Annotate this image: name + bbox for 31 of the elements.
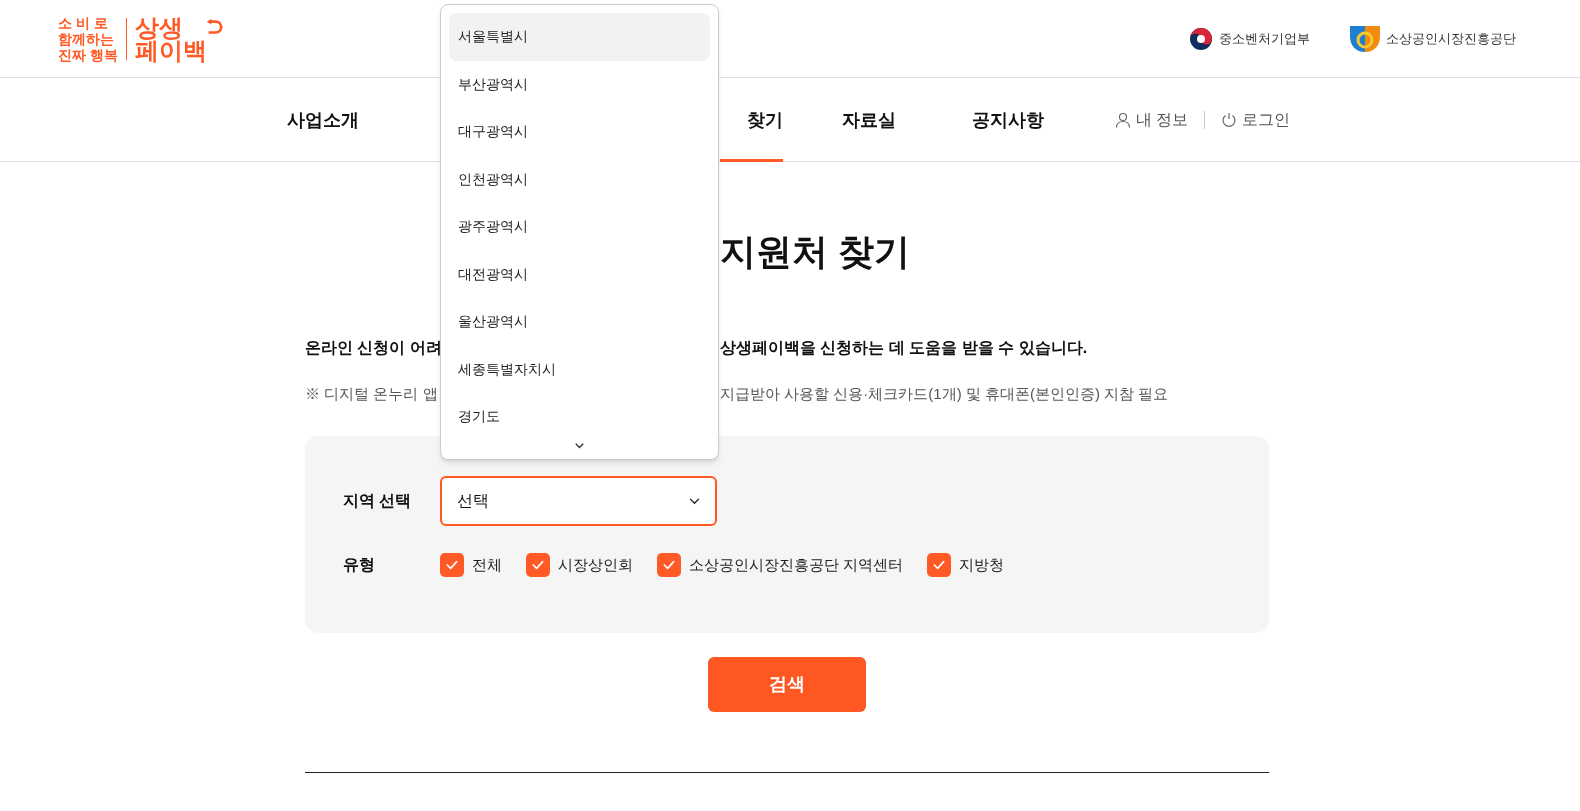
intro-text-fragment: 상생페이백을 신청하는 데 도움을 받을 수 있습니다. [720, 338, 1088, 358]
type-checkbox[interactable]: 전체 [440, 553, 502, 577]
field-label: 지역 선택 [343, 491, 413, 511]
return-arrow-icon [204, 18, 223, 37]
intro-text-fragment: 온라인 신청이 어려 [305, 339, 440, 356]
type-checkbox[interactable]: 지방청 [927, 553, 1005, 577]
chevron-down-icon [689, 497, 700, 505]
my-info-link[interactable]: 내 정보 [1115, 108, 1189, 132]
logo-slogan: 함께하는 [58, 30, 115, 47]
region-option[interactable]: 서울특별시 [449, 13, 710, 61]
nav-tab[interactable]: 공지사항 [972, 78, 1044, 162]
partner-link[interactable]: 중소벤처기업부 [1189, 26, 1310, 51]
logo-name: 상생 [134, 15, 183, 39]
scroll-down-icon [575, 442, 584, 449]
partner-link[interactable]: 소상공인시장진흥공단 [1350, 25, 1516, 52]
login-link[interactable]: 로그인 [1221, 108, 1291, 132]
page-title: 지원처 찾기 [720, 230, 910, 274]
user-icon [1115, 112, 1131, 128]
type-checkbox[interactable]: 시장상인회 [526, 553, 633, 577]
taegeuk-icon [1189, 26, 1213, 51]
type-checkbox[interactable]: 소상공인시장진흥공단 지역센터 [657, 553, 904, 577]
notice-text-fragment: 지급받아 사용할 신용·체크카드(1개) 및 휴대폰(본인인증) 지참 필요 [720, 383, 1169, 404]
nav-tab[interactable]: 사업소개 [287, 78, 359, 162]
region-select[interactable]: 선택 [440, 476, 717, 526]
nav-tab[interactable]: 자료실 [842, 78, 896, 162]
notice-text-fragment: ※ 디지털 온누리 앱 [305, 385, 438, 402]
logo-slogan: 진짜 행복 [58, 46, 118, 63]
power-icon [1221, 112, 1238, 128]
agency-emblem-icon [1350, 25, 1380, 52]
logo-slogan: 소 비 로 [58, 14, 109, 31]
field-label: 유형 [343, 555, 376, 575]
